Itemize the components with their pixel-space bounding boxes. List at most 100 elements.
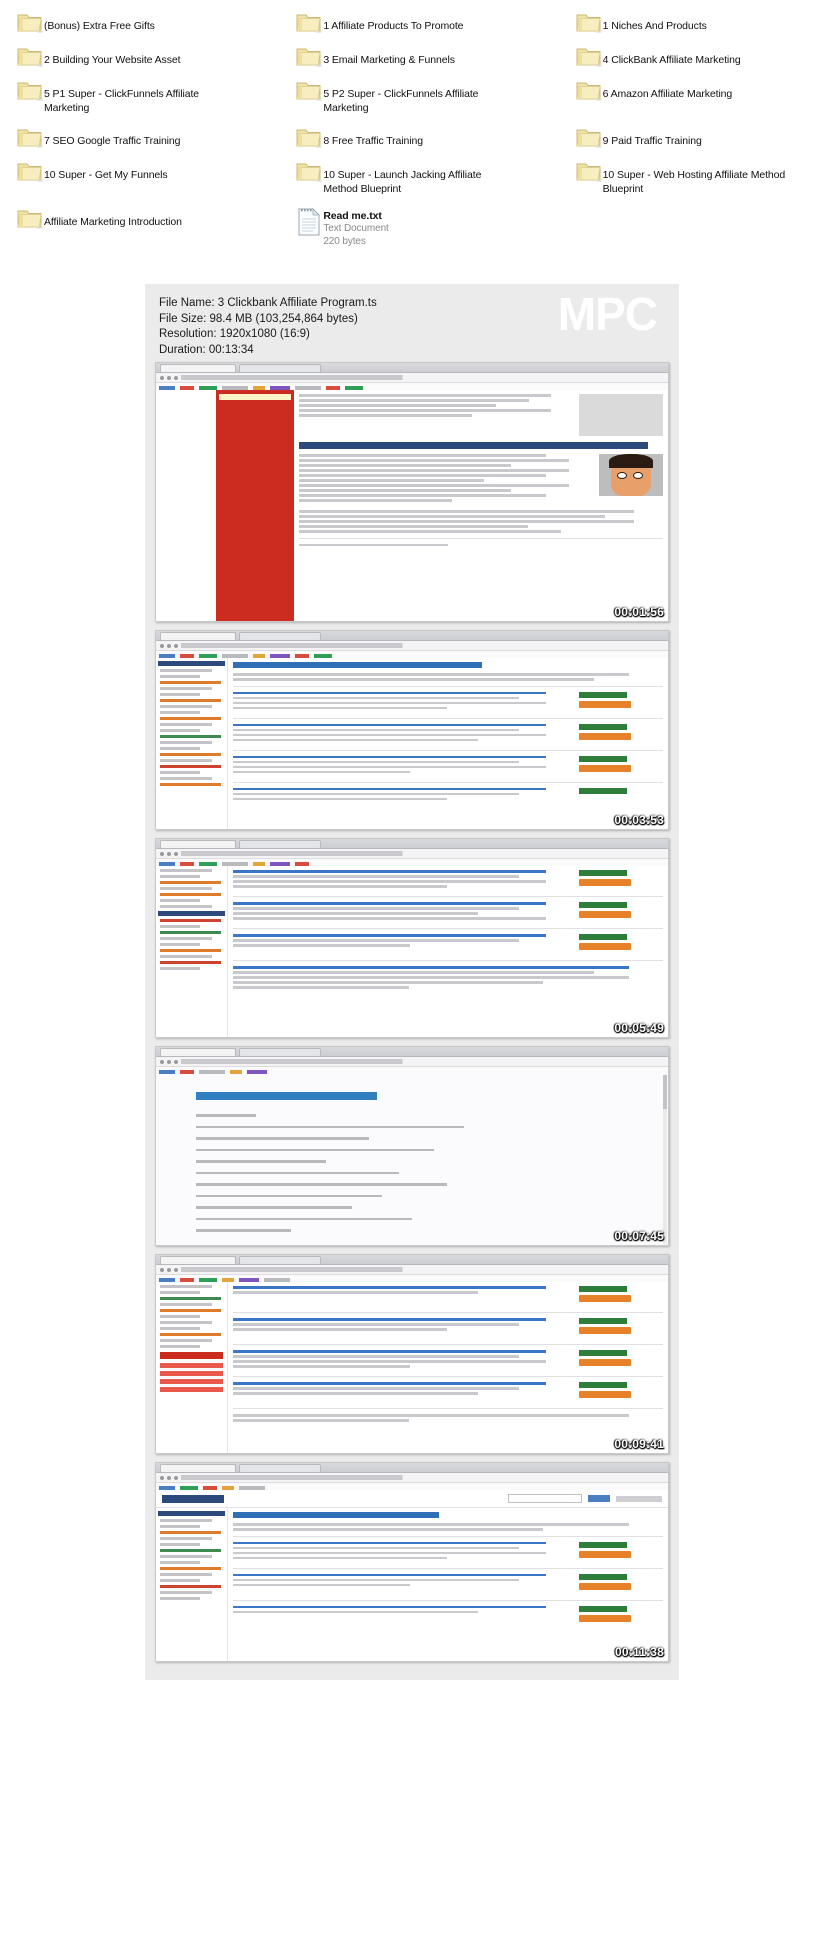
sidebar-entry bbox=[160, 905, 213, 908]
page-body bbox=[156, 658, 668, 829]
browser-url-bar bbox=[156, 849, 668, 859]
bookmark-item bbox=[270, 653, 290, 658]
video-thumbnail[interactable]: 00:03:53 bbox=[155, 630, 669, 830]
price-label bbox=[579, 870, 627, 876]
sidebar-entry bbox=[160, 1531, 221, 1534]
thumbnail-frame-content: 00:03:53 bbox=[156, 631, 668, 829]
price-label bbox=[579, 902, 627, 908]
file-browser-grid: (Bonus) Extra Free Gifts 1 Affiliate Pro… bbox=[0, 0, 838, 254]
search-input[interactable] bbox=[508, 1494, 582, 1503]
browser-url-bar bbox=[156, 1265, 668, 1275]
page-scrollbar[interactable] bbox=[663, 1075, 667, 1244]
folder-item[interactable]: 10 Super - Get My Funnels bbox=[0, 155, 279, 189]
browser-url-bar bbox=[156, 1473, 668, 1483]
video-thumbnail[interactable]: 00:11:38 bbox=[155, 1462, 669, 1662]
video-thumbnail[interactable]: 00:01:56 bbox=[155, 362, 669, 622]
sidebar-entry bbox=[160, 899, 201, 902]
folder-item[interactable]: 1 Affiliate Products To Promote bbox=[279, 6, 558, 40]
folder-item[interactable]: 8 Free Traffic Training bbox=[279, 121, 558, 155]
sidebar-promo-banner bbox=[160, 1352, 223, 1359]
promote-button[interactable] bbox=[579, 879, 631, 886]
video-thumbnail[interactable]: 00:09:41 bbox=[155, 1254, 669, 1454]
sidebar-entry bbox=[160, 777, 213, 780]
browser-tab bbox=[160, 1256, 236, 1264]
content-bullet-list bbox=[299, 454, 593, 504]
promote-button[interactable] bbox=[579, 943, 631, 950]
folder-label: 9 Paid Traffic Training bbox=[602, 135, 702, 147]
back-arrow-icon bbox=[160, 375, 164, 380]
browser-tab-bar bbox=[156, 1463, 668, 1473]
sidebar-entry bbox=[160, 771, 201, 774]
bookmark-item bbox=[222, 1277, 234, 1282]
url-text bbox=[181, 1475, 662, 1480]
folder-item[interactable]: 4 ClickBank Affiliate Marketing bbox=[559, 40, 838, 74]
sidebar-entry bbox=[160, 1327, 201, 1330]
bookmark-item bbox=[180, 1277, 194, 1282]
sidebar-entry bbox=[160, 1549, 221, 1552]
folder-item[interactable]: Affiliate Marketing Introduction bbox=[0, 202, 279, 236]
folder-icon bbox=[559, 46, 603, 68]
folder-item[interactable]: 10 Super - Web Hosting Affiliate Method … bbox=[559, 155, 838, 202]
sidebar-entry bbox=[160, 1285, 213, 1288]
folder-item[interactable]: (Bonus) Extra Free Gifts bbox=[0, 6, 279, 40]
bookmark-item bbox=[253, 861, 265, 866]
url-text bbox=[181, 375, 662, 380]
folder-label: 1 Niches And Products bbox=[602, 20, 707, 32]
folder-label: 2 Building Your Website Asset bbox=[44, 54, 181, 66]
page-content bbox=[228, 1508, 668, 1661]
product-stats bbox=[579, 787, 663, 803]
sidebar-entry bbox=[160, 937, 213, 940]
folder-item[interactable]: 7 SEO Google Traffic Training bbox=[0, 121, 279, 155]
folder-item[interactable]: 5 P1 Super - ClickFunnels Affiliate Mark… bbox=[0, 74, 279, 121]
browser-tab bbox=[160, 1464, 236, 1472]
folder-item[interactable]: 2 Building Your Website Asset bbox=[0, 40, 279, 74]
folder-item[interactable]: 3 Email Marketing & Funnels bbox=[279, 40, 558, 74]
sidebar-entry bbox=[160, 1519, 213, 1522]
video-thumbnail[interactable]: 00:05:49 bbox=[155, 838, 669, 1038]
promote-button[interactable] bbox=[579, 700, 631, 708]
search-button[interactable] bbox=[588, 1495, 610, 1502]
bookmark-item bbox=[180, 653, 194, 658]
folder-item[interactable]: 10 Super - Launch Jacking Affiliate Meth… bbox=[279, 155, 558, 202]
sidebar-heading bbox=[158, 911, 225, 916]
bookmark-item bbox=[295, 385, 321, 390]
bookmark-item bbox=[180, 1069, 194, 1074]
bookmark-item bbox=[264, 1277, 290, 1282]
bookmark-item bbox=[239, 1485, 265, 1490]
promote-button[interactable] bbox=[579, 732, 631, 740]
price-label bbox=[579, 723, 627, 730]
video-thumbnail[interactable]: 00:07:45 bbox=[155, 1046, 669, 1246]
account-links[interactable] bbox=[616, 1495, 662, 1502]
bookmark-item bbox=[159, 1485, 175, 1490]
folder-item[interactable]: 9 Paid Traffic Training bbox=[559, 121, 838, 155]
promote-button[interactable] bbox=[579, 764, 631, 772]
bookmark-item bbox=[199, 1069, 225, 1074]
folder-label: 4 ClickBank Affiliate Marketing bbox=[602, 54, 741, 66]
browser-url-bar bbox=[156, 1057, 668, 1067]
back-arrow-icon bbox=[160, 643, 164, 648]
text-document-item[interactable]: Read me.txt Text Document 220 bytes bbox=[279, 202, 558, 254]
reload-icon bbox=[174, 1059, 178, 1064]
page-content bbox=[294, 390, 668, 621]
promote-button[interactable] bbox=[579, 911, 631, 918]
folder-item[interactable]: 6 Amazon Affiliate Marketing bbox=[559, 74, 838, 108]
bookmark-item bbox=[326, 385, 340, 390]
browser-tab bbox=[160, 632, 236, 640]
thumbnail-timestamp: 00:01:56 bbox=[614, 605, 664, 619]
sidebar-entry bbox=[160, 1537, 213, 1540]
page-red-menu bbox=[216, 390, 294, 621]
sidebar-entry bbox=[160, 1525, 201, 1528]
sidebar-entry bbox=[160, 1567, 221, 1570]
folder-item[interactable]: 5 P2 Super - ClickFunnels Affiliate Mark… bbox=[279, 74, 558, 121]
browser-tab-bar bbox=[156, 1255, 668, 1265]
url-text bbox=[181, 1059, 662, 1064]
forward-arrow-icon bbox=[167, 1475, 171, 1480]
bookmark-item bbox=[199, 385, 217, 390]
folder-item[interactable]: 1 Niches And Products bbox=[559, 6, 838, 40]
site-logo bbox=[162, 1494, 224, 1503]
folder-icon bbox=[0, 80, 44, 102]
url-text bbox=[181, 851, 662, 856]
sidebar-entry bbox=[160, 723, 213, 726]
sidebar-entry bbox=[160, 869, 213, 872]
thumbnail-frame-content: 00:05:49 bbox=[156, 839, 668, 1037]
